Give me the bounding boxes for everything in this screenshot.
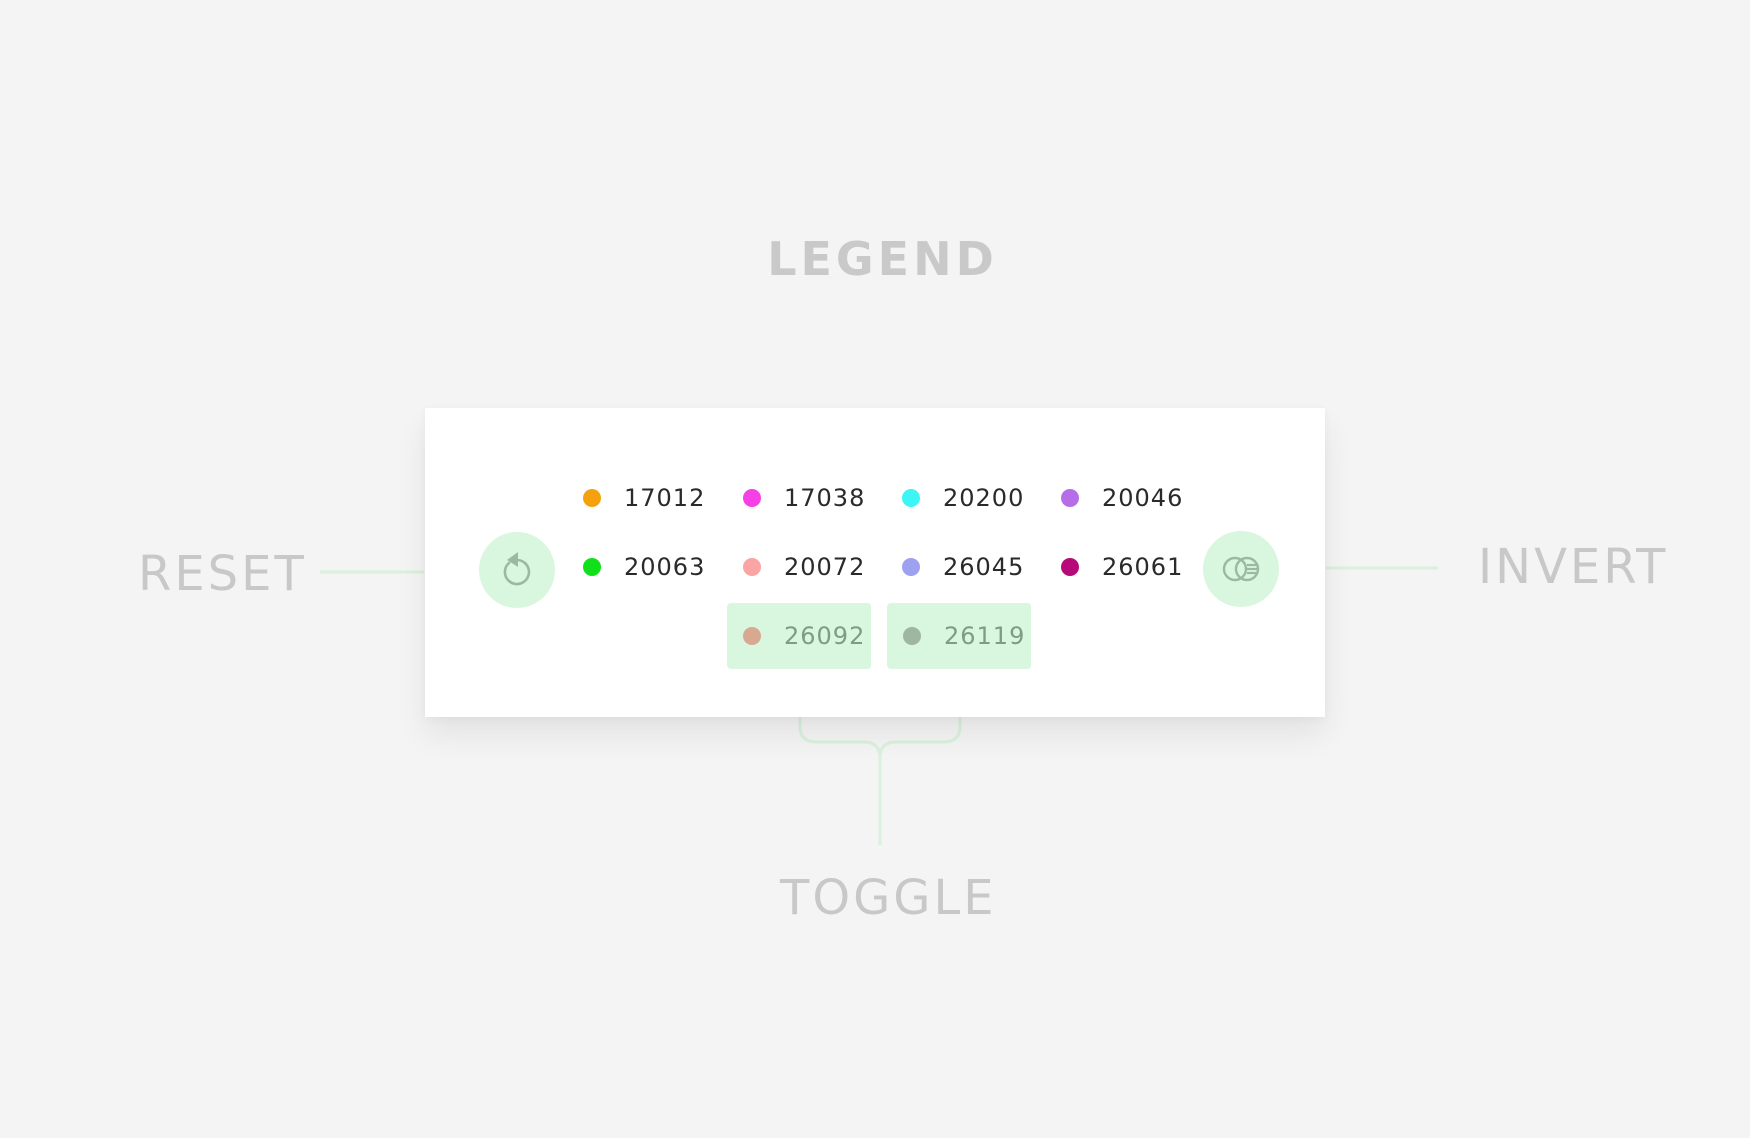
legend-swatch <box>902 489 920 507</box>
legend-item-label: 26045 <box>943 553 1025 581</box>
legend-swatch <box>743 558 761 576</box>
legend-item-label: 20046 <box>1102 484 1184 512</box>
legend-swatch <box>902 558 920 576</box>
legend-swatch <box>1061 558 1079 576</box>
legend-item-label: 26092 <box>784 622 866 650</box>
legend-item-label: 20072 <box>784 553 866 581</box>
invert-icon <box>1222 556 1260 582</box>
legend-swatch <box>743 627 761 645</box>
legend-panel: 17012 17038 20200 20046 20063 20072 26045 26061… <box>425 408 1325 717</box>
legend-item-label: 26061 <box>1102 553 1184 581</box>
legend-swatch <box>743 489 761 507</box>
legend-swatch <box>583 558 601 576</box>
legend-item-label: 17038 <box>784 484 866 512</box>
legend-item-20046[interactable]: 20046 <box>1051 465 1183 531</box>
reset-button[interactable] <box>479 532 555 608</box>
legend-swatch <box>1061 489 1079 507</box>
legend-item-label: 20063 <box>624 553 706 581</box>
legend-item-26119[interactable]: 26119 <box>887 603 1031 669</box>
legend-item-label: 26119 <box>944 622 1026 650</box>
legend-item-26092[interactable]: 26092 <box>727 603 871 669</box>
legend-swatch <box>903 627 921 645</box>
invert-button[interactable] <box>1203 531 1279 607</box>
legend-item-17012[interactable]: 17012 <box>573 465 705 531</box>
legend-item-label: 17012 <box>624 484 706 512</box>
legend-swatch <box>583 489 601 507</box>
legend-item-20072[interactable]: 20072 <box>733 534 865 600</box>
reset-icon <box>503 552 531 586</box>
legend-item-20200[interactable]: 20200 <box>892 465 1024 531</box>
legend-item-20063[interactable]: 20063 <box>573 534 705 600</box>
toggle-bracket <box>798 717 962 845</box>
legend-item-26061[interactable]: 26061 <box>1051 534 1183 600</box>
legend-item-label: 20200 <box>943 484 1025 512</box>
legend-item-26045[interactable]: 26045 <box>892 534 1024 600</box>
legend-item-17038[interactable]: 17038 <box>733 465 865 531</box>
